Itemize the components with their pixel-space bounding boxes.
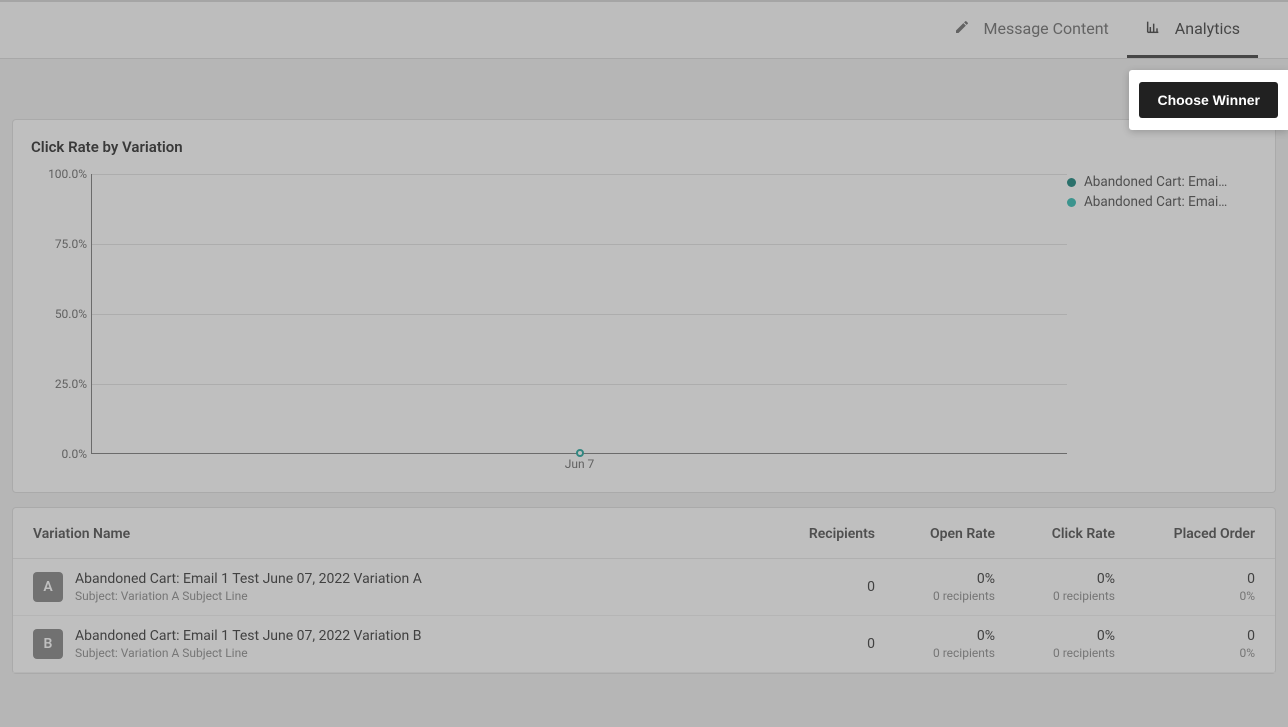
y-tick-label: 0.0%	[31, 447, 87, 461]
col-open-rate: Open Rate	[895, 508, 1015, 559]
chart-plot-area: 100.0% 75.0% 50.0% 25.0% 0.0% Jun 7	[31, 164, 1067, 474]
col-click-rate: Click Rate	[1015, 508, 1135, 559]
tab-message-content[interactable]: Message Content	[936, 2, 1127, 58]
top-tab-bar: Message Content Analytics	[0, 0, 1288, 59]
open-rate-sub: 0 recipients	[915, 589, 995, 603]
legend-label: Abandoned Cart: Emai…	[1084, 194, 1227, 210]
tab-analytics-label: Analytics	[1175, 19, 1240, 38]
bar-chart-icon	[1145, 19, 1161, 39]
chart-data-point	[576, 449, 584, 457]
table-row[interactable]: B Abandoned Cart: Email 1 Test June 07, …	[13, 616, 1275, 673]
open-rate-value: 0%	[915, 571, 995, 587]
col-recipients: Recipients	[785, 508, 895, 559]
table-row[interactable]: A Abandoned Cart: Email 1 Test June 07, …	[13, 559, 1275, 616]
placed-order-sub: 0%	[1155, 589, 1255, 603]
open-rate-sub: 0 recipients	[915, 646, 995, 660]
y-tick-label: 50.0%	[31, 307, 87, 321]
col-placed-order: Placed Order	[1135, 508, 1275, 559]
variation-badge: A	[33, 572, 63, 602]
y-tick-label: 100.0%	[31, 167, 87, 181]
col-variation-name: Variation Name	[13, 508, 785, 559]
variation-name: Abandoned Cart: Email 1 Test June 07, 20…	[75, 628, 421, 644]
chart-legend: Abandoned Cart: Emai… Abandoned Cart: Em…	[1067, 164, 1257, 474]
y-tick-label: 25.0%	[31, 377, 87, 391]
variation-badge: B	[33, 629, 63, 659]
legend-label: Abandoned Cart: Emai…	[1084, 174, 1227, 190]
variations-table: Variation Name Recipients Open Rate Clic…	[13, 508, 1275, 673]
y-tick-label: 75.0%	[31, 237, 87, 251]
placed-order-value: 0	[1155, 571, 1255, 587]
variation-name: Abandoned Cart: Email 1 Test June 07, 20…	[75, 571, 422, 587]
click-rate-sub: 0 recipients	[1035, 589, 1115, 603]
click-rate-sub: 0 recipients	[1035, 646, 1115, 660]
legend-item: Abandoned Cart: Emai…	[1067, 194, 1257, 210]
pencil-icon	[954, 19, 970, 39]
legend-dot-icon	[1067, 178, 1076, 187]
variations-table-card: Variation Name Recipients Open Rate Clic…	[12, 507, 1276, 674]
variation-subject: Subject: Variation A Subject Line	[75, 646, 421, 660]
placed-order-value: 0	[1155, 628, 1255, 644]
tab-analytics[interactable]: Analytics	[1127, 2, 1258, 58]
recipients-value: 0	[805, 636, 875, 652]
placed-order-sub: 0%	[1155, 646, 1255, 660]
recipients-value: 0	[805, 579, 875, 595]
x-tick-label: Jun 7	[565, 457, 595, 471]
chart-title: Click Rate by Variation	[13, 120, 1275, 164]
variation-subject: Subject: Variation A Subject Line	[75, 589, 422, 603]
legend-item: Abandoned Cart: Emai…	[1067, 174, 1257, 190]
tab-message-content-label: Message Content	[984, 19, 1109, 38]
click-rate-value: 0%	[1035, 571, 1115, 587]
legend-dot-icon	[1067, 198, 1076, 207]
choose-winner-button[interactable]: Choose Winner	[1139, 82, 1278, 118]
open-rate-value: 0%	[915, 628, 995, 644]
click-rate-value: 0%	[1035, 628, 1115, 644]
click-rate-chart-card: Click Rate by Variation 100.0% 75.0% 50.…	[12, 119, 1276, 493]
choose-winner-popover: Choose Winner	[1129, 70, 1288, 130]
